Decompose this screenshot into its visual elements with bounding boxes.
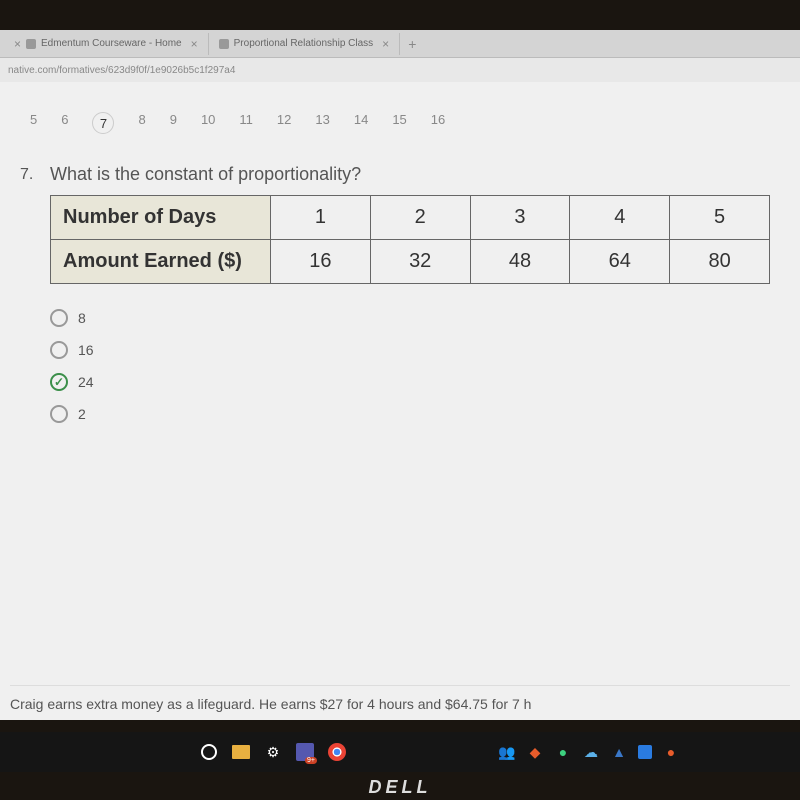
option-label: 16 [78,342,94,358]
table-cell: 2 [370,196,470,240]
answer-options: 8 16 24 2 [50,309,790,423]
tray-icon[interactable]: ▲ [610,743,628,761]
cortana-icon[interactable] [200,743,218,761]
nav-item-current[interactable]: 7 [92,112,114,134]
radio-icon [50,405,68,423]
tab-title: Proportional Relationship Class [234,38,374,49]
question-number: 7. [20,164,50,437]
data-table: Number of Days 1 2 3 4 5 Amount Earned (… [50,195,770,284]
close-icon[interactable]: × [382,37,389,51]
answer-option[interactable]: 16 [50,341,790,359]
nav-item[interactable]: 9 [170,112,177,134]
teams-icon[interactable]: 9+ [296,743,314,761]
dell-logo: DELL [369,777,432,798]
option-label: 24 [78,374,94,390]
table-row: Number of Days 1 2 3 4 5 [51,196,770,240]
nav-item[interactable]: 5 [30,112,37,134]
taskbar-left: ⚙ 9+ [200,743,346,761]
table-cell: 32 [370,240,470,284]
table-row: Amount Earned ($) 16 32 48 64 80 [51,240,770,284]
next-question-preview: Craig earns extra money as a lifeguard. … [10,685,790,712]
browser-tab-strip: × Edmentum Courseware - Home × Proportio… [0,30,800,58]
browser-tab-2[interactable]: Proportional Relationship Class × [209,33,401,55]
tray-icon[interactable]: ◆ [526,743,544,761]
table-cell: 48 [470,240,570,284]
people-icon[interactable]: 👥 [498,743,516,761]
badge-count: 9+ [305,757,317,764]
answer-option[interactable]: 8 [50,309,790,327]
tray-icon[interactable]: ● [554,743,572,761]
nav-item[interactable]: 10 [201,112,215,134]
option-label: 2 [78,406,86,422]
tab-favicon [219,39,229,49]
tray-icon[interactable]: ☁ [582,743,600,761]
nav-item[interactable]: 6 [61,112,68,134]
address-bar[interactable]: native.com/formatives/623d9f0f/1e9026b5c… [0,58,800,82]
new-tab-button[interactable]: + [400,36,424,52]
table-cell: 3 [470,196,570,240]
radio-icon [50,341,68,359]
page-content: 5 6 7 8 9 10 11 12 13 14 15 16 7. What i… [0,82,800,720]
table-cell: 16 [271,240,371,284]
answer-option-selected[interactable]: 24 [50,373,790,391]
nav-item[interactable]: 11 [239,112,253,134]
close-icon[interactable]: × [191,37,198,51]
question-text: What is the constant of proportionality? [50,164,790,185]
windows-taskbar: ⚙ 9+ 👥 ◆ ● ☁ ▲ S ● [0,732,800,772]
radio-checked-icon [50,373,68,391]
nav-item[interactable]: 12 [277,112,291,134]
nav-item[interactable]: 14 [354,112,368,134]
table-cell: 4 [570,196,670,240]
settings-icon[interactable]: ⚙ [264,743,282,761]
option-label: 8 [78,310,86,326]
row-label: Amount Earned ($) [51,240,271,284]
tray-icon[interactable]: S [638,745,652,759]
tab-favicon [26,39,36,49]
row-label: Number of Days [51,196,271,240]
screen: × Edmentum Courseware - Home × Proportio… [0,30,800,720]
tray-icon[interactable]: ● [662,743,680,761]
table-cell: 64 [570,240,670,284]
chrome-icon[interactable] [328,743,346,761]
question-body: What is the constant of proportionality?… [50,164,790,437]
question-nav: 5 6 7 8 9 10 11 12 13 14 15 16 [0,102,800,164]
table-cell: 5 [670,196,770,240]
nav-item[interactable]: 15 [392,112,406,134]
tab-title: Edmentum Courseware - Home [41,38,182,49]
taskbar-right: 👥 ◆ ● ☁ ▲ S ● [498,743,680,761]
table-cell: 80 [670,240,770,284]
close-icon[interactable]: × [14,37,21,51]
file-explorer-icon[interactable] [232,743,250,761]
answer-option[interactable]: 2 [50,405,790,423]
browser-tab-1[interactable]: × Edmentum Courseware - Home × [0,33,209,55]
table-cell: 1 [271,196,371,240]
nav-item[interactable]: 13 [315,112,329,134]
nav-item[interactable]: 16 [431,112,445,134]
url-text: native.com/formatives/623d9f0f/1e9026b5c… [8,65,235,76]
laptop-frame: × Edmentum Courseware - Home × Proportio… [0,0,800,800]
radio-icon [50,309,68,327]
nav-item[interactable]: 8 [138,112,145,134]
question-block: 7. What is the constant of proportionali… [0,164,800,437]
